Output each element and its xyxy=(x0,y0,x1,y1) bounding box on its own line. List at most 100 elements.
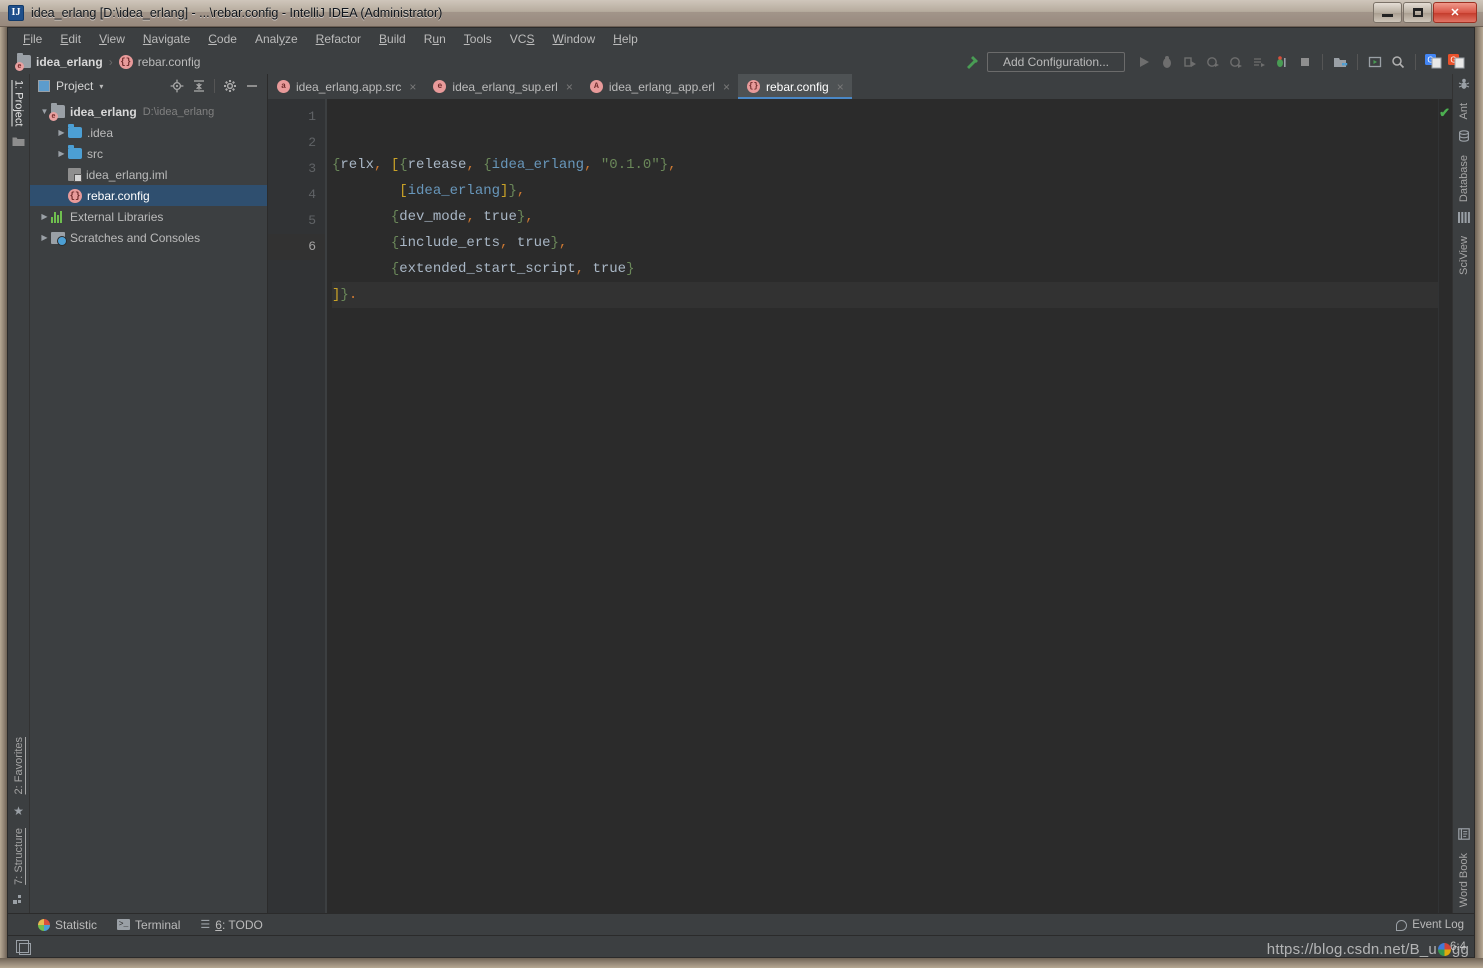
breadcrumb-project[interactable]: idea_erlang xyxy=(15,53,103,71)
menu-item-navigate[interactable]: Navigate xyxy=(134,30,199,48)
menu-item-tools[interactable]: Tools xyxy=(455,30,501,48)
debug-icon[interactable] xyxy=(1157,52,1177,72)
run-icon[interactable] xyxy=(1134,52,1154,72)
menu-bar: File Edit View Navigate Code Analyze Refactor B… xyxy=(8,28,1474,49)
title-bar: IJ idea_erlang [D:\idea_erlang] - ...\re… xyxy=(0,0,1483,27)
inspection-gutter[interactable]: ✔ xyxy=(1438,99,1452,913)
gear-icon[interactable] xyxy=(223,79,237,93)
tree-node-label: External Libraries xyxy=(70,209,164,224)
tree-node-path: D:\idea_erlang xyxy=(142,105,215,118)
tool-window-sciview-label: SciView xyxy=(1457,235,1470,275)
close-icon[interactable]: × xyxy=(837,80,844,94)
collapse-all-icon[interactable] xyxy=(192,79,206,93)
line-number: 1 xyxy=(308,109,316,124)
close-icon[interactable]: × xyxy=(566,80,573,94)
menu-item-code[interactable]: Code xyxy=(199,30,246,48)
attach-profiler-icon[interactable] xyxy=(1226,52,1246,72)
menu-item-refactor[interactable]: Refactor xyxy=(307,30,370,48)
structure-icon xyxy=(12,895,25,909)
tree-node-label: idea_erlang.iml xyxy=(86,167,168,182)
sidebar-item-database[interactable]: Database xyxy=(1456,149,1472,208)
profile-icon[interactable] xyxy=(1203,52,1223,72)
editor-tab-rebar-config[interactable]: {} rebar.config × xyxy=(737,74,852,99)
sidebar-item-structure[interactable]: 7: Structure xyxy=(11,822,27,891)
sidebar-item-word-book[interactable]: Word Book xyxy=(1456,847,1472,913)
status-bar: 6:4 xyxy=(8,935,1474,957)
run-tests-icon[interactable] xyxy=(1249,52,1269,72)
bottom-tab-6-todo[interactable]: ☰ 6: TODO xyxy=(200,918,262,932)
line-number: 3 xyxy=(308,161,316,176)
close-button[interactable]: ✕ xyxy=(1433,2,1477,23)
tree-node-src[interactable]: ▶ src xyxy=(30,143,267,164)
project-icon xyxy=(12,136,25,150)
menu-item-run[interactable]: Run xyxy=(415,30,455,48)
window-title: idea_erlang [D:\idea_erlang] - ...\rebar… xyxy=(31,6,443,20)
add-configuration-button[interactable]: Add Configuration... xyxy=(987,51,1125,72)
breadcrumb-file[interactable]: {} rebar.config xyxy=(118,54,200,69)
tree-node-scratches-and-consoles[interactable]: ▶ Scratches and Consoles xyxy=(30,227,267,248)
caret-position[interactable]: 6:4 xyxy=(1450,941,1466,953)
toggle-toolwindows-icon[interactable] xyxy=(16,940,31,955)
maximize-button[interactable] xyxy=(1403,2,1432,23)
editor-tab-label: idea_erlang.app.src xyxy=(296,79,402,94)
run-with-coverage-icon[interactable] xyxy=(1180,52,1200,72)
line-number-gutter: 1 2 3 4 5 6 xyxy=(268,99,326,913)
tree-node-idea-erlang[interactable]: ▼idea_erlangD:\idea_erlang xyxy=(30,101,267,122)
menu-item-edit[interactable]: Edit xyxy=(51,30,90,48)
editor-tab-label: idea_erlang_sup.erl xyxy=(452,79,558,94)
tree-node-external-libraries[interactable]: ▶ External Libraries xyxy=(30,206,267,227)
search-everywhere-icon[interactable] xyxy=(1388,52,1408,72)
run-anything-icon[interactable] xyxy=(1365,52,1385,72)
menu-item-view[interactable]: View xyxy=(90,30,134,48)
hammer-icon[interactable] xyxy=(962,52,982,72)
close-icon[interactable]: × xyxy=(723,80,730,94)
inspection-ok-icon: ✔ xyxy=(1439,105,1450,120)
editor-tab-idea-erlang-app-erl[interactable]: Aidea_erlang_app.erl × xyxy=(581,74,738,99)
chevron-right-icon[interactable]: ▶ xyxy=(55,128,68,137)
menu-item-analyze[interactable]: Analyze xyxy=(246,30,307,48)
sidebar-item-project[interactable]: 1: Project xyxy=(11,74,27,132)
tool-window-project-label: 1: Project xyxy=(12,80,25,127)
chevron-right-icon[interactable]: ▶ xyxy=(38,212,51,221)
folder-icon xyxy=(68,145,82,159)
menu-item-vcs[interactable]: VCS xyxy=(501,30,544,48)
erlang-config-icon: {} xyxy=(68,188,82,203)
menu-item-help[interactable]: Help xyxy=(604,30,647,48)
bottom-tab-terminal[interactable]: >_ Terminal xyxy=(117,918,180,932)
editor-code-area[interactable]: 1 2 3 4 5 6 {relx, [{release, {idea_erlang, "… xyxy=(268,99,1452,913)
stop-icon[interactable] xyxy=(1295,52,1315,72)
menu-item-window[interactable]: Window xyxy=(543,30,604,48)
indent-guide xyxy=(326,99,327,913)
tree-node-label: .idea xyxy=(87,125,114,140)
tree-node--idea[interactable]: ▶ .idea xyxy=(30,122,267,143)
chevron-right-icon[interactable]: ▶ xyxy=(38,233,51,242)
bottom-tab-statistic[interactable]: Statistic xyxy=(38,918,97,932)
translate-icon[interactable]: G xyxy=(1423,52,1443,72)
scratch-icon xyxy=(51,231,67,246)
chevron-down-icon[interactable]: ▾ xyxy=(99,82,103,91)
database-icon xyxy=(1458,129,1470,145)
sidebar-item-favorites[interactable]: 2: Favorites xyxy=(11,731,27,800)
hide-icon[interactable] xyxy=(245,79,259,93)
editor-tab-idea-erlang-app-src[interactable]: a idea_erlang.app.src × xyxy=(268,74,424,99)
locate-icon[interactable] xyxy=(170,79,184,93)
event-log-status[interactable]: Event Log xyxy=(1396,915,1464,935)
main-area: 1: Project 2: Favorites ★ 7: Structure P… xyxy=(8,74,1474,913)
minimize-button[interactable] xyxy=(1373,2,1402,23)
code-text[interactable]: {relx, [{release, {idea_erlang, "0.1.0"}… xyxy=(326,99,1438,913)
editor-tab-idea-erlang-sup-erl[interactable]: e idea_erlang_sup.erl × xyxy=(424,74,580,99)
project-structure-icon[interactable] xyxy=(1330,52,1350,72)
project-tree[interactable]: ▼idea_erlangD:\idea_erlang ▶ .idea ▶src idea… xyxy=(30,98,267,913)
tree-node-label: Scratches and Consoles xyxy=(70,230,201,245)
stop-process-icon[interactable] xyxy=(1272,52,1292,72)
translate-alt-icon[interactable]: G xyxy=(1446,52,1466,72)
close-icon[interactable]: × xyxy=(409,80,416,94)
bottom-tab-label: Terminal xyxy=(135,917,181,932)
sidebar-item-ant[interactable]: Ant xyxy=(1456,97,1472,126)
menu-item-build[interactable]: Build xyxy=(370,30,415,48)
chevron-right-icon[interactable]: ▶ xyxy=(55,149,68,158)
tree-node-rebar-config[interactable]: {} rebar.config xyxy=(30,185,267,206)
sidebar-item-sciview[interactable]: SciView xyxy=(1456,230,1472,281)
menu-item-file[interactable]: File xyxy=(14,30,51,48)
tree-node-idea-erlang-iml[interactable]: idea_erlang.iml xyxy=(30,164,267,185)
